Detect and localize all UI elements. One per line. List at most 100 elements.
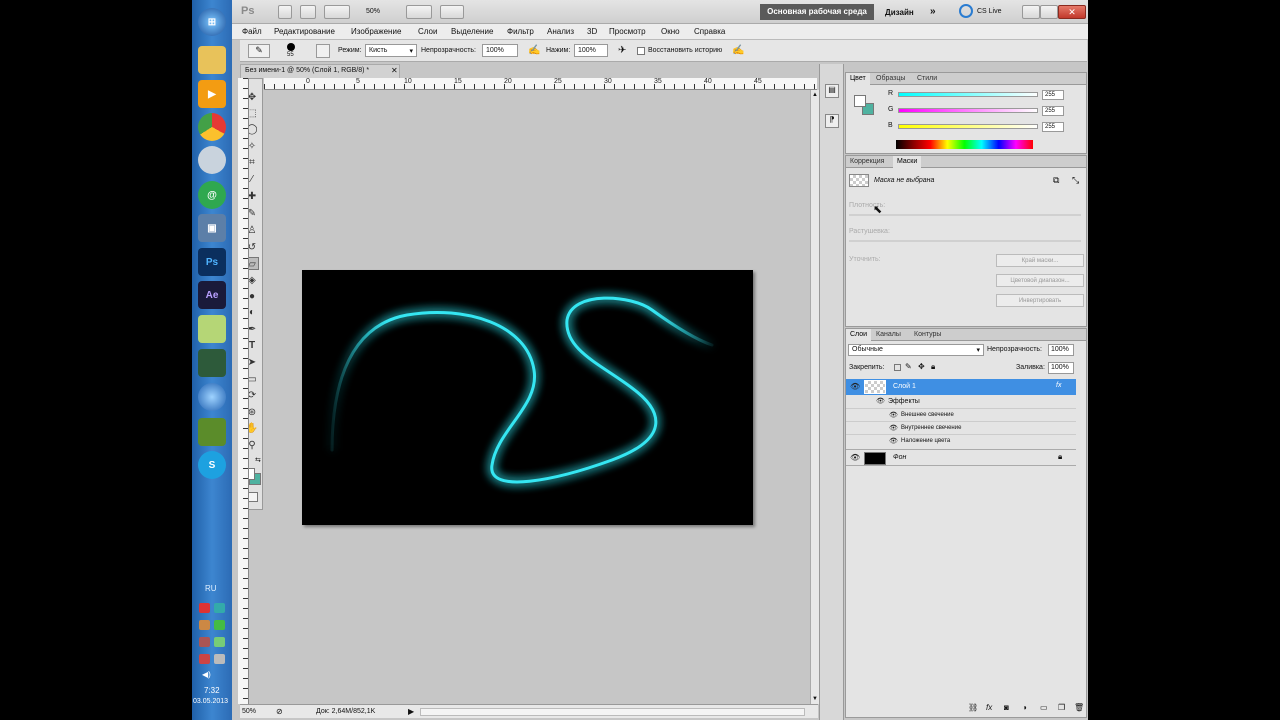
workspace-design-button[interactable]: Дизайн xyxy=(885,8,914,17)
eye-icon[interactable]: 👁︎ xyxy=(850,382,860,391)
channel-g-slider[interactable] xyxy=(898,108,1038,113)
minimize-button[interactable] xyxy=(1022,5,1040,19)
lock-all-icon[interactable]: 🔒︎ xyxy=(931,362,935,372)
density-slider[interactable] xyxy=(849,214,1081,216)
tab-channels[interactable]: Каналы xyxy=(872,329,905,341)
close-icon[interactable]: ✕ xyxy=(391,66,398,75)
folder-icon[interactable] xyxy=(198,46,226,74)
channel-r-slider[interactable] xyxy=(898,92,1038,97)
tray-icon[interactable] xyxy=(214,603,225,613)
arrange-documents-button[interactable] xyxy=(406,5,432,19)
tab-paths[interactable]: Контуры xyxy=(910,329,945,341)
document-tab[interactable]: Без имени-1 @ 50% (Слой 1, RGB/8) * ✕ xyxy=(240,64,400,78)
tab-color[interactable]: Цвет xyxy=(846,73,870,85)
menu-view[interactable]: Просмотр xyxy=(609,27,646,36)
bridge-button[interactable] xyxy=(278,5,292,19)
clock-time[interactable]: 7:32 xyxy=(204,686,220,695)
tool-preset-picker[interactable]: ✎ xyxy=(248,44,270,58)
menu-3d[interactable]: 3D xyxy=(587,27,597,36)
status-zoom[interactable]: 50% xyxy=(242,708,256,715)
adjustment-layer-icon[interactable]: ◑ xyxy=(1022,703,1027,712)
tray-icon[interactable] xyxy=(214,620,225,630)
menu-layers[interactable]: Слои xyxy=(418,27,437,36)
add-vector-mask-icon[interactable]: ⤡ xyxy=(1072,175,1079,186)
add-layer-style-icon[interactable]: fx xyxy=(986,703,992,712)
clock-date[interactable]: 03.05.2013 xyxy=(193,698,228,705)
screen-mode-button[interactable] xyxy=(440,5,464,19)
photoshop-icon[interactable]: Ps xyxy=(198,248,226,276)
globe-icon[interactable] xyxy=(198,383,226,411)
layer-row-layer1[interactable]: 👁︎ Слой 1 fx xyxy=(846,379,1076,395)
chrome-icon[interactable] xyxy=(198,113,226,141)
effect-row-outer-glow[interactable]: 👁︎ Внешнее свечение xyxy=(846,408,1076,421)
channel-b-value[interactable]: 255 xyxy=(1042,122,1064,132)
lock-position-icon[interactable]: ✥ xyxy=(918,362,925,371)
menu-select[interactable]: Выделение xyxy=(451,27,493,36)
tray-icon[interactable] xyxy=(214,637,225,647)
horizontal-ruler[interactable]: 0 5 10 15 20 25 30 35 40 45 xyxy=(264,78,817,90)
effects-row[interactable]: 👁︎ Эффекты xyxy=(846,395,1076,408)
foreground-color-swatch[interactable] xyxy=(854,95,866,107)
more-workspaces-button[interactable]: » xyxy=(930,6,936,17)
airbrush-icon[interactable]: ✈ xyxy=(618,45,626,56)
effect-row-inner-glow[interactable]: 👁︎ Внутреннее свечение xyxy=(846,421,1076,434)
maximize-button[interactable] xyxy=(1040,5,1058,19)
zoom-level[interactable]: 50% xyxy=(366,8,380,15)
link-layers-icon[interactable]: ⛓ xyxy=(968,703,978,712)
minecraft-icon[interactable] xyxy=(198,418,226,446)
disc-icon[interactable] xyxy=(198,146,226,174)
history-panel-icon[interactable]: ▤ xyxy=(825,84,839,98)
eye-icon[interactable]: 👁︎ xyxy=(889,424,898,432)
kit-icon[interactable] xyxy=(198,349,226,377)
pressure-size-icon[interactable]: ✍ xyxy=(732,45,744,56)
mode-select[interactable]: Кисть ▾ xyxy=(365,44,417,57)
media-player-icon[interactable]: ▶ xyxy=(198,80,226,108)
vertical-ruler[interactable] xyxy=(238,78,249,704)
eye-icon[interactable]: 👁︎ xyxy=(889,411,898,419)
layer-opacity-input[interactable]: 100% xyxy=(1048,344,1074,356)
menu-window[interactable]: Окно xyxy=(661,27,680,36)
vertical-scrollbar[interactable]: ▲ ▼ xyxy=(810,90,819,704)
add-mask-icon[interactable]: ◙ xyxy=(1004,703,1009,712)
language-indicator[interactable]: RU xyxy=(205,584,217,593)
workspace-essentials-button[interactable]: Основная рабочая среда xyxy=(760,4,874,20)
menu-file[interactable]: Файл xyxy=(242,27,262,36)
feather-slider[interactable] xyxy=(849,240,1081,242)
layer-name[interactable]: Слой 1 xyxy=(893,383,916,390)
scroll-down-icon[interactable]: ▼ xyxy=(812,696,818,702)
tray-icon[interactable] xyxy=(214,654,225,664)
cs-live-button[interactable]: CS Live xyxy=(977,8,1002,15)
brush-size-value[interactable]: 55 xyxy=(287,52,294,58)
tab-swatches[interactable]: Образцы xyxy=(872,73,909,85)
eye-icon[interactable]: 👁︎ xyxy=(889,437,898,445)
skype-icon[interactable]: S xyxy=(198,451,226,479)
actions-panel-icon[interactable]: ⁋ xyxy=(825,114,839,128)
horizontal-scrollbar[interactable] xyxy=(420,708,805,716)
blend-mode-select[interactable]: Обычные ▾ xyxy=(848,344,984,356)
status-menu-icon[interactable]: ▶ xyxy=(408,707,414,716)
pressure-opacity-icon[interactable]: ✍ xyxy=(528,45,540,56)
pressure-input[interactable]: 100% xyxy=(574,44,608,57)
tab-masks[interactable]: Маски xyxy=(893,156,922,168)
menu-filter[interactable]: Фильтр xyxy=(507,27,534,36)
tray-icon[interactable] xyxy=(199,637,210,647)
channel-b-slider[interactable] xyxy=(898,124,1038,129)
brush-panel-toggle-icon[interactable] xyxy=(316,44,330,58)
new-group-icon[interactable]: ▭ xyxy=(1040,703,1048,712)
status-icon[interactable]: ⊘ xyxy=(276,707,283,716)
tab-layers[interactable]: Слои xyxy=(846,329,872,341)
tab-styles[interactable]: Стили xyxy=(913,73,941,85)
after-effects-icon[interactable]: Ae xyxy=(198,281,226,309)
brush-tip-icon[interactable] xyxy=(287,43,295,51)
opacity-input[interactable]: 100% xyxy=(482,44,518,57)
color-spectrum-bar[interactable] xyxy=(896,140,1033,149)
document-canvas[interactable] xyxy=(302,270,753,525)
menu-image[interactable]: Изображение xyxy=(351,27,401,36)
menu-edit[interactable]: Редактирование xyxy=(274,27,335,36)
channel-g-value[interactable]: 255 xyxy=(1042,106,1064,116)
volume-icon[interactable]: ◀) xyxy=(202,670,211,679)
menu-analysis[interactable]: Анализ xyxy=(547,27,574,36)
channel-r-value[interactable]: 255 xyxy=(1042,90,1064,100)
add-pixel-mask-icon[interactable]: ⧉ xyxy=(1053,175,1059,186)
mail-agent-icon[interactable]: @ xyxy=(198,181,226,209)
